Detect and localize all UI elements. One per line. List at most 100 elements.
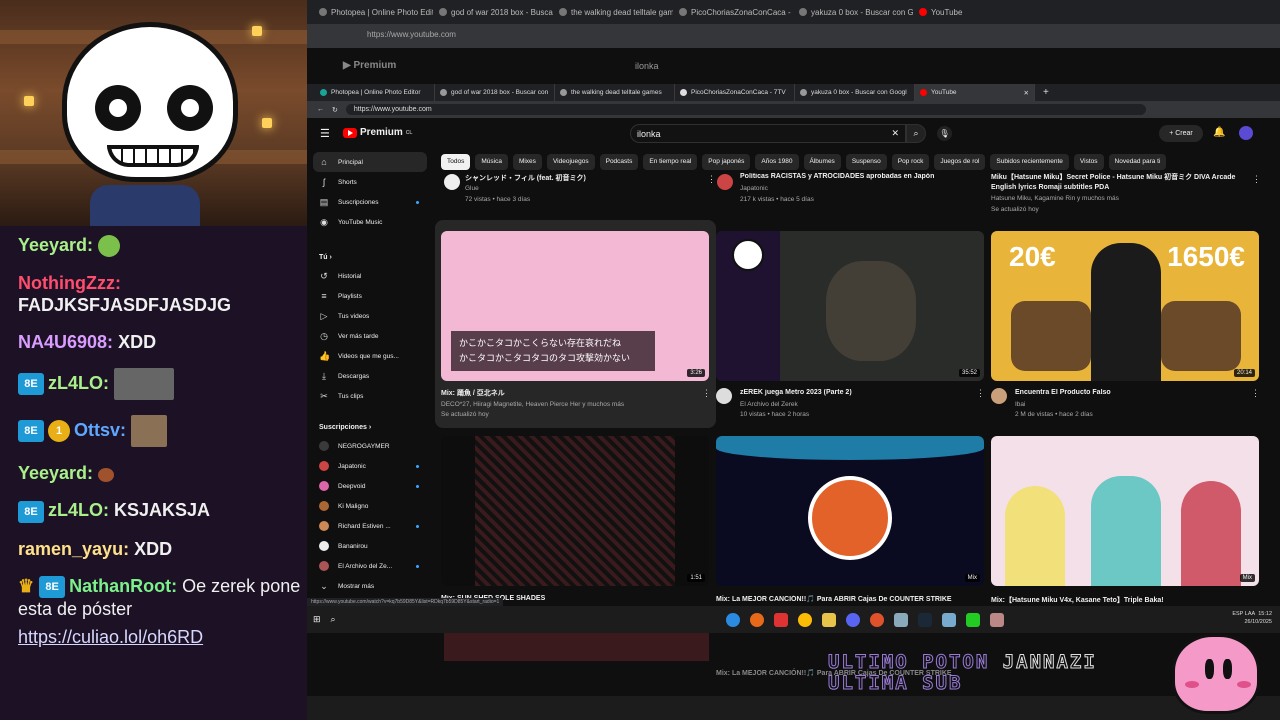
steam-icon[interactable]	[917, 612, 932, 627]
video-title[interactable]: Encuentra El Producto Falso	[1015, 389, 1245, 396]
more-options-icon[interactable]: ⋮	[707, 174, 716, 185]
search-button[interactable]: ⌕	[906, 124, 926, 143]
outer-tab[interactable]: yakuza 0 box - Buscar con Googl	[793, 8, 913, 17]
system-tray[interactable]: ESP LAA 15:12 26/10/2025	[1232, 610, 1272, 626]
video-thumbnail[interactable]: かこかこタコかこくらない存在哀れだね かこタコかこタコタコのタコ攻撃効かない 3…	[441, 231, 709, 381]
browser-tab[interactable]: Photopea | Online Photo Editor	[315, 84, 435, 101]
chip[interactable]: Suspenso	[845, 154, 887, 170]
clear-search-icon[interactable]: ✕	[891, 128, 899, 139]
youtube-logo[interactable]: Premium CL	[343, 127, 412, 138]
sidebar-item-music[interactable]: ◉ YouTube Music	[307, 212, 433, 232]
sidebar-item-playlists[interactable]: ≡ Playlists	[307, 286, 433, 306]
windows-start-icon[interactable]: ⊞	[313, 614, 321, 625]
chip[interactable]: Mixes	[512, 154, 542, 170]
chip[interactable]: Subidos recientemente	[990, 154, 1069, 170]
browser-tab[interactable]: the walking dead telltale games	[555, 84, 675, 101]
channel-name[interactable]: Hatsune Miku, Kagamine Rin y muchos más	[991, 194, 1119, 204]
video-thumbnail[interactable]: Mix	[716, 436, 984, 586]
app-icon[interactable]	[965, 612, 980, 627]
chip[interactable]: Novedad para ti	[1108, 154, 1167, 170]
outer-tab[interactable]: PicoChoriasZonaConCaca - 7TV	[673, 8, 793, 17]
video-thumbnail[interactable]: 20€ 1650€ 20:14	[991, 231, 1259, 381]
video-thumbnail[interactable]: 35:52	[716, 231, 984, 381]
new-tab-icon[interactable]: +	[1043, 87, 1049, 98]
more-options-icon[interactable]: ⋮	[702, 388, 711, 399]
outer-address-bar[interactable]: https://www.youtube.com	[307, 24, 1280, 48]
close-tab-icon[interactable]: ✕	[1024, 89, 1029, 97]
notifications-bell-icon[interactable]: 🔔	[1213, 127, 1225, 138]
sidebar-item-subscriptions[interactable]: ▤ Suscripciones	[307, 192, 433, 212]
language-indicator[interactable]: ESP LAA	[1232, 611, 1255, 617]
video-title[interactable]: Mix:【Hatsune Miku V4x, Kasane Teto】Tripl…	[991, 595, 1251, 605]
browser-tab[interactable]: yakuza 0 box - Buscar con Googl	[795, 84, 915, 101]
sidebar-item-watch-later[interactable]: ◷ Ver más tarde	[307, 326, 433, 346]
sidebar-sub-item[interactable]: NEGROGAYMER	[307, 436, 433, 456]
address-bar[interactable]: https://www.youtube.com	[345, 104, 1146, 115]
chip[interactable]: Pop rock	[891, 154, 930, 170]
chip[interactable]: Música	[475, 154, 508, 170]
sidebar-item-your-videos[interactable]: ▷ Tus videos	[307, 306, 433, 326]
chrome-icon[interactable]	[797, 612, 812, 627]
folder-icon[interactable]	[821, 612, 836, 627]
video-title[interactable]: zEREK juega Metro 2023 (Parte 2)	[740, 389, 970, 396]
sidebar-sub-item[interactable]: El Archivo del Ze...	[307, 556, 433, 576]
chip[interactable]: Juegos de rol	[934, 154, 986, 170]
sidebar-sub-item[interactable]: Bananirou	[307, 536, 433, 556]
chip-all[interactable]: Todos	[441, 154, 471, 170]
channel-name[interactable]: Japatonic	[740, 184, 768, 194]
sidebar-subs-header[interactable]: Suscripciones ›	[307, 416, 433, 436]
app-icon[interactable]	[773, 612, 788, 627]
video-thumbnail[interactable]: 1:51	[441, 436, 709, 586]
video-title[interactable]: Mix: La MEJOR CANCIÓN!!🎵 Para ABRIR Caja…	[716, 595, 976, 603]
create-button[interactable]: + Crear	[1159, 125, 1203, 142]
sidebar-you-header[interactable]: Tú ›	[307, 246, 433, 266]
sidebar-item-home[interactable]: ⌂ Principal	[313, 152, 427, 172]
channel-avatar[interactable]	[444, 174, 460, 190]
firefox-icon[interactable]	[749, 612, 764, 627]
browser-tab[interactable]: god of war 2018 box - Buscar con	[435, 84, 555, 101]
channel-name[interactable]: El Archivo del Zerek	[740, 400, 798, 410]
back-icon[interactable]: ←	[317, 106, 324, 113]
app-icon[interactable]	[893, 612, 908, 627]
sidebar-item-clips[interactable]: ✂ Tus clips	[307, 386, 433, 406]
chat-link[interactable]: https://culiao.lol/oh6RD	[18, 626, 307, 648]
channel-avatar[interactable]	[717, 174, 733, 190]
chip[interactable]: Videojuegos	[546, 154, 595, 170]
chip[interactable]: Pop japonés	[702, 154, 751, 170]
outer-tab[interactable]: god of war 2018 box - Buscar con	[433, 8, 553, 17]
sidebar-sub-item[interactable]: Ki Maligno	[307, 496, 433, 516]
reload-icon[interactable]: ↻	[332, 106, 338, 114]
video-title[interactable]: Miku【Hatsune Miku】Secret Police - Hatsun…	[991, 173, 1246, 193]
video-title[interactable]: Mix: 踊魚 / 亞北ネル	[441, 388, 691, 398]
channel-name[interactable]: Ibai	[1015, 400, 1025, 410]
chip[interactable]: Vistos	[1073, 154, 1104, 170]
video-thumbnail[interactable]: Mix	[991, 436, 1259, 586]
outer-tab[interactable]: the walking dead telltale games	[553, 8, 673, 17]
sidebar-sub-item[interactable]: Richard Estiven ...	[307, 516, 433, 536]
channel-avatar[interactable]	[991, 388, 1007, 404]
channel-avatar[interactable]	[716, 388, 732, 404]
sidebar-item-history[interactable]: ↺ Historial	[307, 266, 433, 286]
discord-icon[interactable]	[845, 612, 860, 627]
chip[interactable]: En tiempo real	[643, 154, 698, 170]
search-icon[interactable]: ⌕	[331, 614, 336, 625]
account-avatar[interactable]	[1239, 126, 1253, 140]
channel-name[interactable]: Glue	[465, 184, 479, 194]
chip[interactable]: Podcasts	[599, 154, 639, 170]
hamburger-menu-icon[interactable]: ☰	[320, 127, 330, 140]
video-title[interactable]: シャンレッド・フィル (feat. 初音ミク)	[465, 173, 715, 183]
app-icon[interactable]	[941, 612, 956, 627]
sidebar-sub-item[interactable]: Deepvoid	[307, 476, 433, 496]
sidebar-item-liked[interactable]: 👍 Videos que me gus...	[307, 346, 433, 366]
sidebar-item-shorts[interactable]: ʃ Shorts	[307, 172, 433, 192]
sidebar-item-downloads[interactable]: ⤓ Descargas	[307, 366, 433, 386]
more-options-icon[interactable]: ⋮	[976, 388, 985, 399]
browser-tab[interactable]: PicoChoriasZonaConCaca - 7TV	[675, 84, 795, 101]
more-options-icon[interactable]: ⋮	[1252, 174, 1261, 185]
edge-icon[interactable]	[725, 612, 740, 627]
app-icon[interactable]	[989, 612, 1004, 627]
mic-icon[interactable]: 🎙	[937, 126, 952, 141]
outer-tab[interactable]: Photopea | Online Photo Editor	[313, 8, 433, 17]
search-input[interactable]: ilonka ✕	[630, 124, 906, 143]
chip[interactable]: Álbumes	[803, 154, 841, 170]
